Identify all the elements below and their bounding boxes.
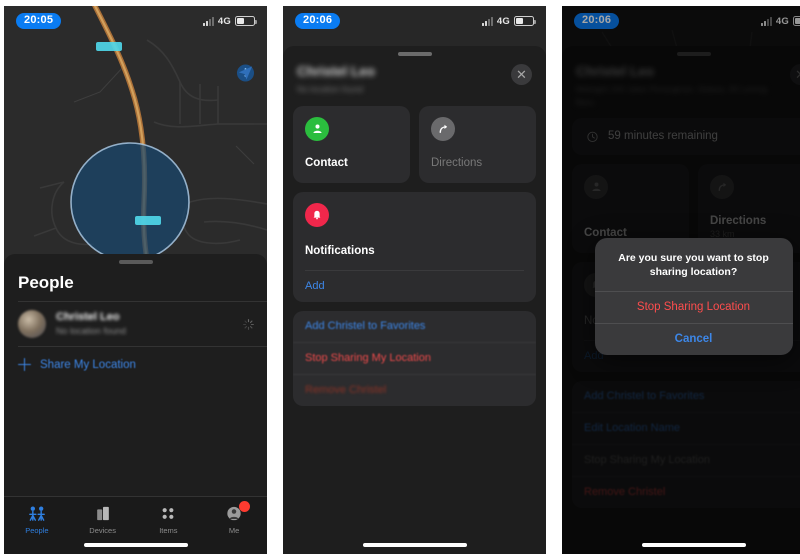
plus-icon xyxy=(18,358,31,371)
close-icon[interactable]: ✕ xyxy=(511,64,532,85)
status-bar: 20:05 4G xyxy=(4,6,267,36)
network-label: 4G xyxy=(496,15,510,27)
stop-sharing-my-location-button[interactable]: Stop Sharing My Location xyxy=(293,343,536,375)
directions-arrow-icon xyxy=(431,116,455,141)
battery-icon xyxy=(235,16,257,26)
person-name: Christel Leo xyxy=(297,64,376,79)
status-indicators: 4G xyxy=(481,15,536,27)
items-icon xyxy=(158,504,178,523)
person-subtitle: No location found xyxy=(56,325,127,336)
loading-spinner-icon xyxy=(243,318,254,330)
contact-card-title: Contact xyxy=(305,156,348,169)
share-my-location-button[interactable]: Share My Location xyxy=(4,347,267,384)
directions-card-title: Directions xyxy=(431,156,483,169)
alert-cancel-button[interactable]: Cancel xyxy=(594,323,793,355)
status-time: 20:05 xyxy=(16,13,62,29)
home-indicator xyxy=(641,543,746,547)
page-title: People xyxy=(18,273,74,292)
status-indicators: 4G xyxy=(202,15,257,27)
status-time: 20:06 xyxy=(295,13,341,29)
action-list: Add Christel to Favorites Stop Sharing M… xyxy=(293,310,536,406)
avatar xyxy=(18,310,46,338)
map-controls xyxy=(236,48,255,98)
status-bar: 20:06 4G xyxy=(283,6,546,36)
screenshot-stage: 20:05 4G People Christel Leo No location… xyxy=(0,0,800,560)
location-arrow-icon[interactable] xyxy=(236,66,255,98)
person-text: Christel Leo No location found xyxy=(56,311,232,337)
tab-people-label: People xyxy=(25,526,49,535)
contact-card[interactable]: Contact xyxy=(293,105,410,183)
alert-title: Are you sure you want to stop sharing lo… xyxy=(618,252,769,279)
stop-sharing-alert: Are you sure you want to stop sharing lo… xyxy=(594,238,793,356)
share-my-location-label: Share My Location xyxy=(40,358,136,371)
people-icon xyxy=(27,504,47,523)
devices-icon xyxy=(93,504,113,523)
detail-header-text: Christel Leo No location found xyxy=(297,64,505,96)
network-label: 4G xyxy=(217,15,231,27)
tab-me-label: Me xyxy=(228,526,240,535)
tab-items-label: Items xyxy=(159,526,178,535)
directions-card[interactable]: Directions xyxy=(419,105,536,183)
add-to-favorites-button[interactable]: Add Christel to Favorites xyxy=(293,311,536,343)
person-name: Christel Leo xyxy=(56,310,120,323)
tab-people[interactable]: People xyxy=(4,504,70,535)
phone-screen-stop-sharing-alert: 20:06 4G Christel Leo Midnight 240 Jalan… xyxy=(562,6,800,554)
phone-screen-people-list: 20:05 4G People Christel Leo No location… xyxy=(4,6,267,554)
alert-confirm-button[interactable]: Stop Sharing Location xyxy=(594,291,793,323)
list-item-person[interactable]: Christel Leo No location found xyxy=(4,302,267,346)
phone-screen-person-detail: 20:06 4G Christel Leo No location found … xyxy=(283,6,546,554)
signal-bars-icon xyxy=(202,16,214,26)
battery-icon xyxy=(514,16,536,26)
notifications-title: Notifications xyxy=(305,244,375,257)
status-badge xyxy=(239,501,251,512)
signal-bars-icon xyxy=(481,16,493,26)
tab-items[interactable]: Items xyxy=(136,504,202,535)
detail-header: Christel Leo No location found ✕ xyxy=(293,60,536,106)
home-indicator xyxy=(83,543,188,547)
tab-devices-label: Devices xyxy=(89,526,116,535)
action-card-row: Contact Directions xyxy=(293,105,536,183)
add-notification-button[interactable]: Add xyxy=(305,269,524,302)
home-indicator xyxy=(362,543,467,547)
person-icon xyxy=(305,116,329,141)
tab-devices[interactable]: Devices xyxy=(70,504,136,535)
tab-bar: People Devices Items Me xyxy=(4,496,267,554)
notifications-card: Notifications Add xyxy=(293,191,536,302)
bell-icon xyxy=(305,202,329,227)
sheet-grabber[interactable] xyxy=(397,52,432,56)
remove-person-button[interactable]: Remove Christel xyxy=(293,375,536,406)
person-subtitle: No location found xyxy=(297,84,364,95)
tab-me[interactable]: Me xyxy=(201,501,267,535)
person-detail-sheet: Christel Leo No location found ✕ Contact xyxy=(283,46,546,554)
